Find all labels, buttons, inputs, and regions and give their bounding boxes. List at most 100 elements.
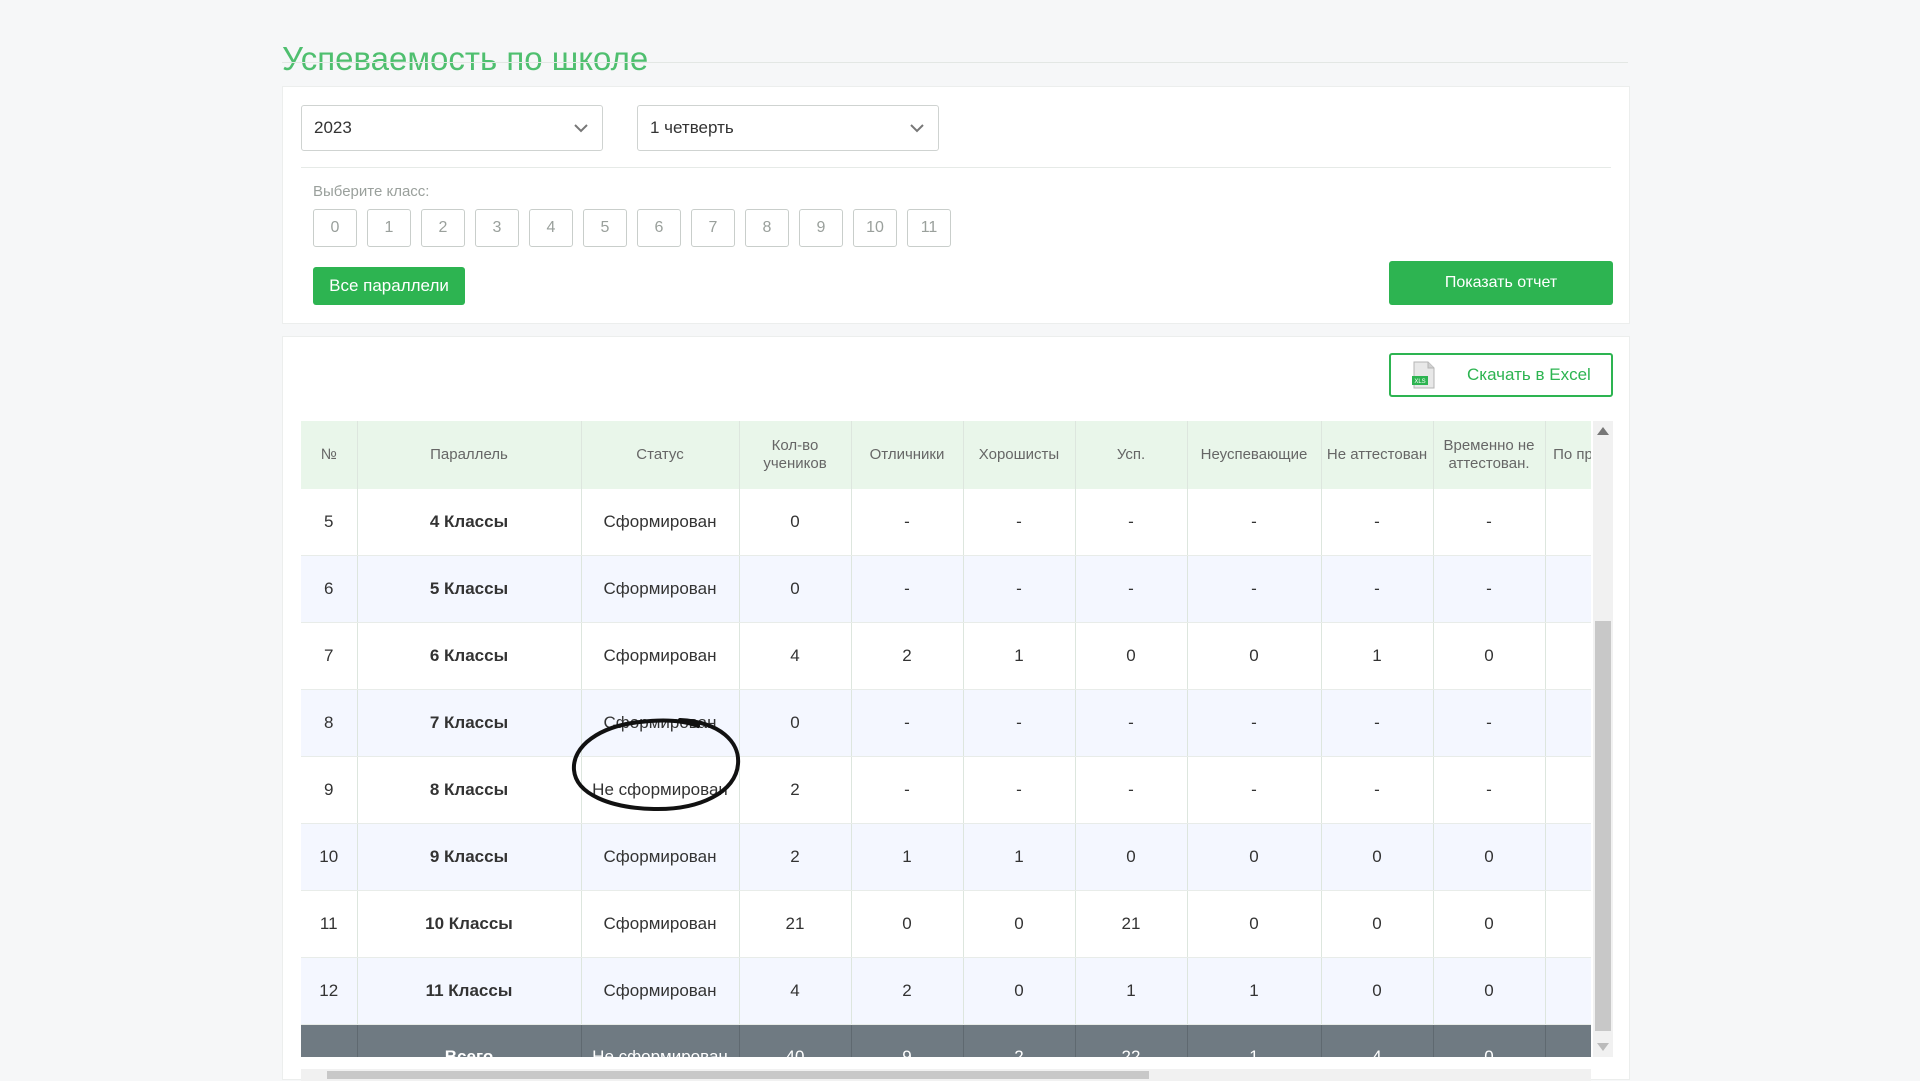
cell-parallel: Всего [357, 1024, 582, 1057]
cell-good: 2 [963, 1024, 1076, 1057]
cell-not-attested: - [1321, 689, 1434, 757]
download-excel-button[interactable]: XLS Скачать в Excel [1389, 353, 1613, 397]
cell-not-attested: - [1321, 555, 1434, 623]
quarter-select-value: 1 четверть [650, 118, 734, 137]
cell-passing: - [1075, 689, 1188, 757]
cell-failing: 0 [1187, 823, 1322, 891]
cell-good: - [963, 555, 1076, 623]
cell-passing: - [1075, 756, 1188, 824]
cell-passing: 21 [1075, 890, 1188, 958]
class-button[interactable]: 11 [907, 209, 951, 247]
cell-good: 0 [963, 890, 1076, 958]
column-header[interactable]: Хорошисты [963, 421, 1076, 489]
chevron-down-icon [910, 124, 924, 133]
scroll-up-icon[interactable] [1597, 427, 1609, 435]
cell-number: 9 [301, 756, 358, 824]
cell-excellent: - [851, 756, 964, 824]
cell-number: 6 [301, 555, 358, 623]
horizontal-scroll-thumb[interactable] [327, 1071, 1149, 1079]
column-header[interactable]: По пр [1545, 421, 1591, 489]
report-table-container: № Параллель Статус Кол-во учеников Отлич… [301, 421, 1591, 1057]
table-row: 7 6 Классы Сформирован 4 2 1 0 0 1 0 [301, 622, 1591, 690]
cell-passing: 0 [1075, 622, 1188, 690]
cell-status: Сформирован [581, 489, 740, 556]
cell-status: Сформирован [581, 890, 740, 958]
scroll-down-icon[interactable] [1597, 1043, 1609, 1051]
filter-panel: 2023 1 четверть Выберите класс: 0 1 2 3 … [282, 86, 1630, 324]
cell-passing: 0 [1075, 823, 1188, 891]
class-button[interactable]: 6 [637, 209, 681, 247]
cell-failing: - [1187, 489, 1322, 556]
cell-extra [1545, 957, 1591, 1025]
cell-parallel: 11 Классы [357, 957, 582, 1025]
cell-extra [1545, 689, 1591, 757]
column-header[interactable]: Отличники [851, 421, 964, 489]
cell-passing: - [1075, 489, 1188, 556]
class-button[interactable]: 4 [529, 209, 573, 247]
class-button[interactable]: 1 [367, 209, 411, 247]
class-button[interactable]: 9 [799, 209, 843, 247]
cell-not-attested: 0 [1321, 957, 1434, 1025]
class-button[interactable]: 0 [313, 209, 357, 247]
cell-not-attested: 0 [1321, 823, 1434, 891]
class-button[interactable]: 8 [745, 209, 789, 247]
show-report-button[interactable]: Показать отчет [1389, 261, 1613, 305]
cell-not-attested: 4 [1321, 1024, 1434, 1057]
class-select-label: Выберите класс: [313, 183, 430, 200]
cell-extra [1545, 622, 1591, 690]
cell-not-attested: 0 [1321, 890, 1434, 958]
class-button[interactable]: 10 [853, 209, 897, 247]
column-header[interactable]: Кол-во учеников [739, 421, 852, 489]
year-select[interactable]: 2023 [301, 105, 603, 151]
all-parallels-button[interactable]: Все параллели [313, 267, 465, 305]
cell-count: 0 [739, 555, 852, 623]
cell-extra [1545, 756, 1591, 824]
excel-file-icon: XLS [1412, 361, 1435, 389]
cell-failing: - [1187, 555, 1322, 623]
cell-extra [1545, 823, 1591, 891]
cell-parallel: 9 Классы [357, 823, 582, 891]
cell-number: 7 [301, 622, 358, 690]
cell-temp-not-attested: - [1433, 555, 1546, 623]
column-header[interactable]: Неуспевающие [1187, 421, 1322, 489]
cell-good: 0 [963, 957, 1076, 1025]
cell-count: 21 [739, 890, 852, 958]
class-button[interactable]: 3 [475, 209, 519, 247]
cell-number [301, 1024, 358, 1057]
cell-excellent: 9 [851, 1024, 964, 1057]
cell-good: 1 [963, 622, 1076, 690]
report-table: № Параллель Статус Кол-во учеников Отлич… [301, 421, 1591, 1057]
cell-not-attested: - [1321, 489, 1434, 556]
cell-good: - [963, 756, 1076, 824]
horizontal-scrollbar[interactable] [301, 1069, 1591, 1081]
table-row: 9 8 Классы Не сформирован 2 - - - - - - [301, 756, 1591, 824]
class-button[interactable]: 2 [421, 209, 465, 247]
cell-status: Не сформирован [581, 756, 740, 824]
quarter-select[interactable]: 1 четверть [637, 105, 939, 151]
cell-excellent: - [851, 555, 964, 623]
column-header[interactable]: Не аттестован [1321, 421, 1434, 489]
class-button[interactable]: 7 [691, 209, 735, 247]
cell-extra [1545, 489, 1591, 556]
cell-passing: - [1075, 555, 1188, 623]
cell-parallel: 6 Классы [357, 622, 582, 690]
column-header[interactable]: Статус [581, 421, 740, 489]
filter-divider [301, 167, 1611, 168]
table-row: 12 11 Классы Сформирован 4 2 0 1 1 0 0 [301, 957, 1591, 1025]
column-header[interactable]: Параллель [357, 421, 582, 489]
cell-parallel: 4 Классы [357, 489, 582, 556]
cell-excellent: 1 [851, 823, 964, 891]
vertical-scroll-thumb[interactable] [1595, 621, 1611, 1031]
column-header[interactable]: Временно не аттестован. [1433, 421, 1546, 489]
vertical-scrollbar[interactable] [1593, 421, 1613, 1057]
cell-excellent: - [851, 489, 964, 556]
class-button[interactable]: 5 [583, 209, 627, 247]
table-row: 11 10 Классы Сформирован 21 0 0 21 0 0 0 [301, 890, 1591, 958]
cell-temp-not-attested: - [1433, 756, 1546, 824]
cell-count: 2 [739, 823, 852, 891]
cell-failing: - [1187, 689, 1322, 757]
cell-failing: 1 [1187, 957, 1322, 1025]
column-header[interactable]: № [301, 421, 358, 489]
column-header[interactable]: Усп. [1075, 421, 1188, 489]
table-total-row: Всего Не сформирован 40 9 2 22 1 4 0 [301, 1024, 1591, 1057]
